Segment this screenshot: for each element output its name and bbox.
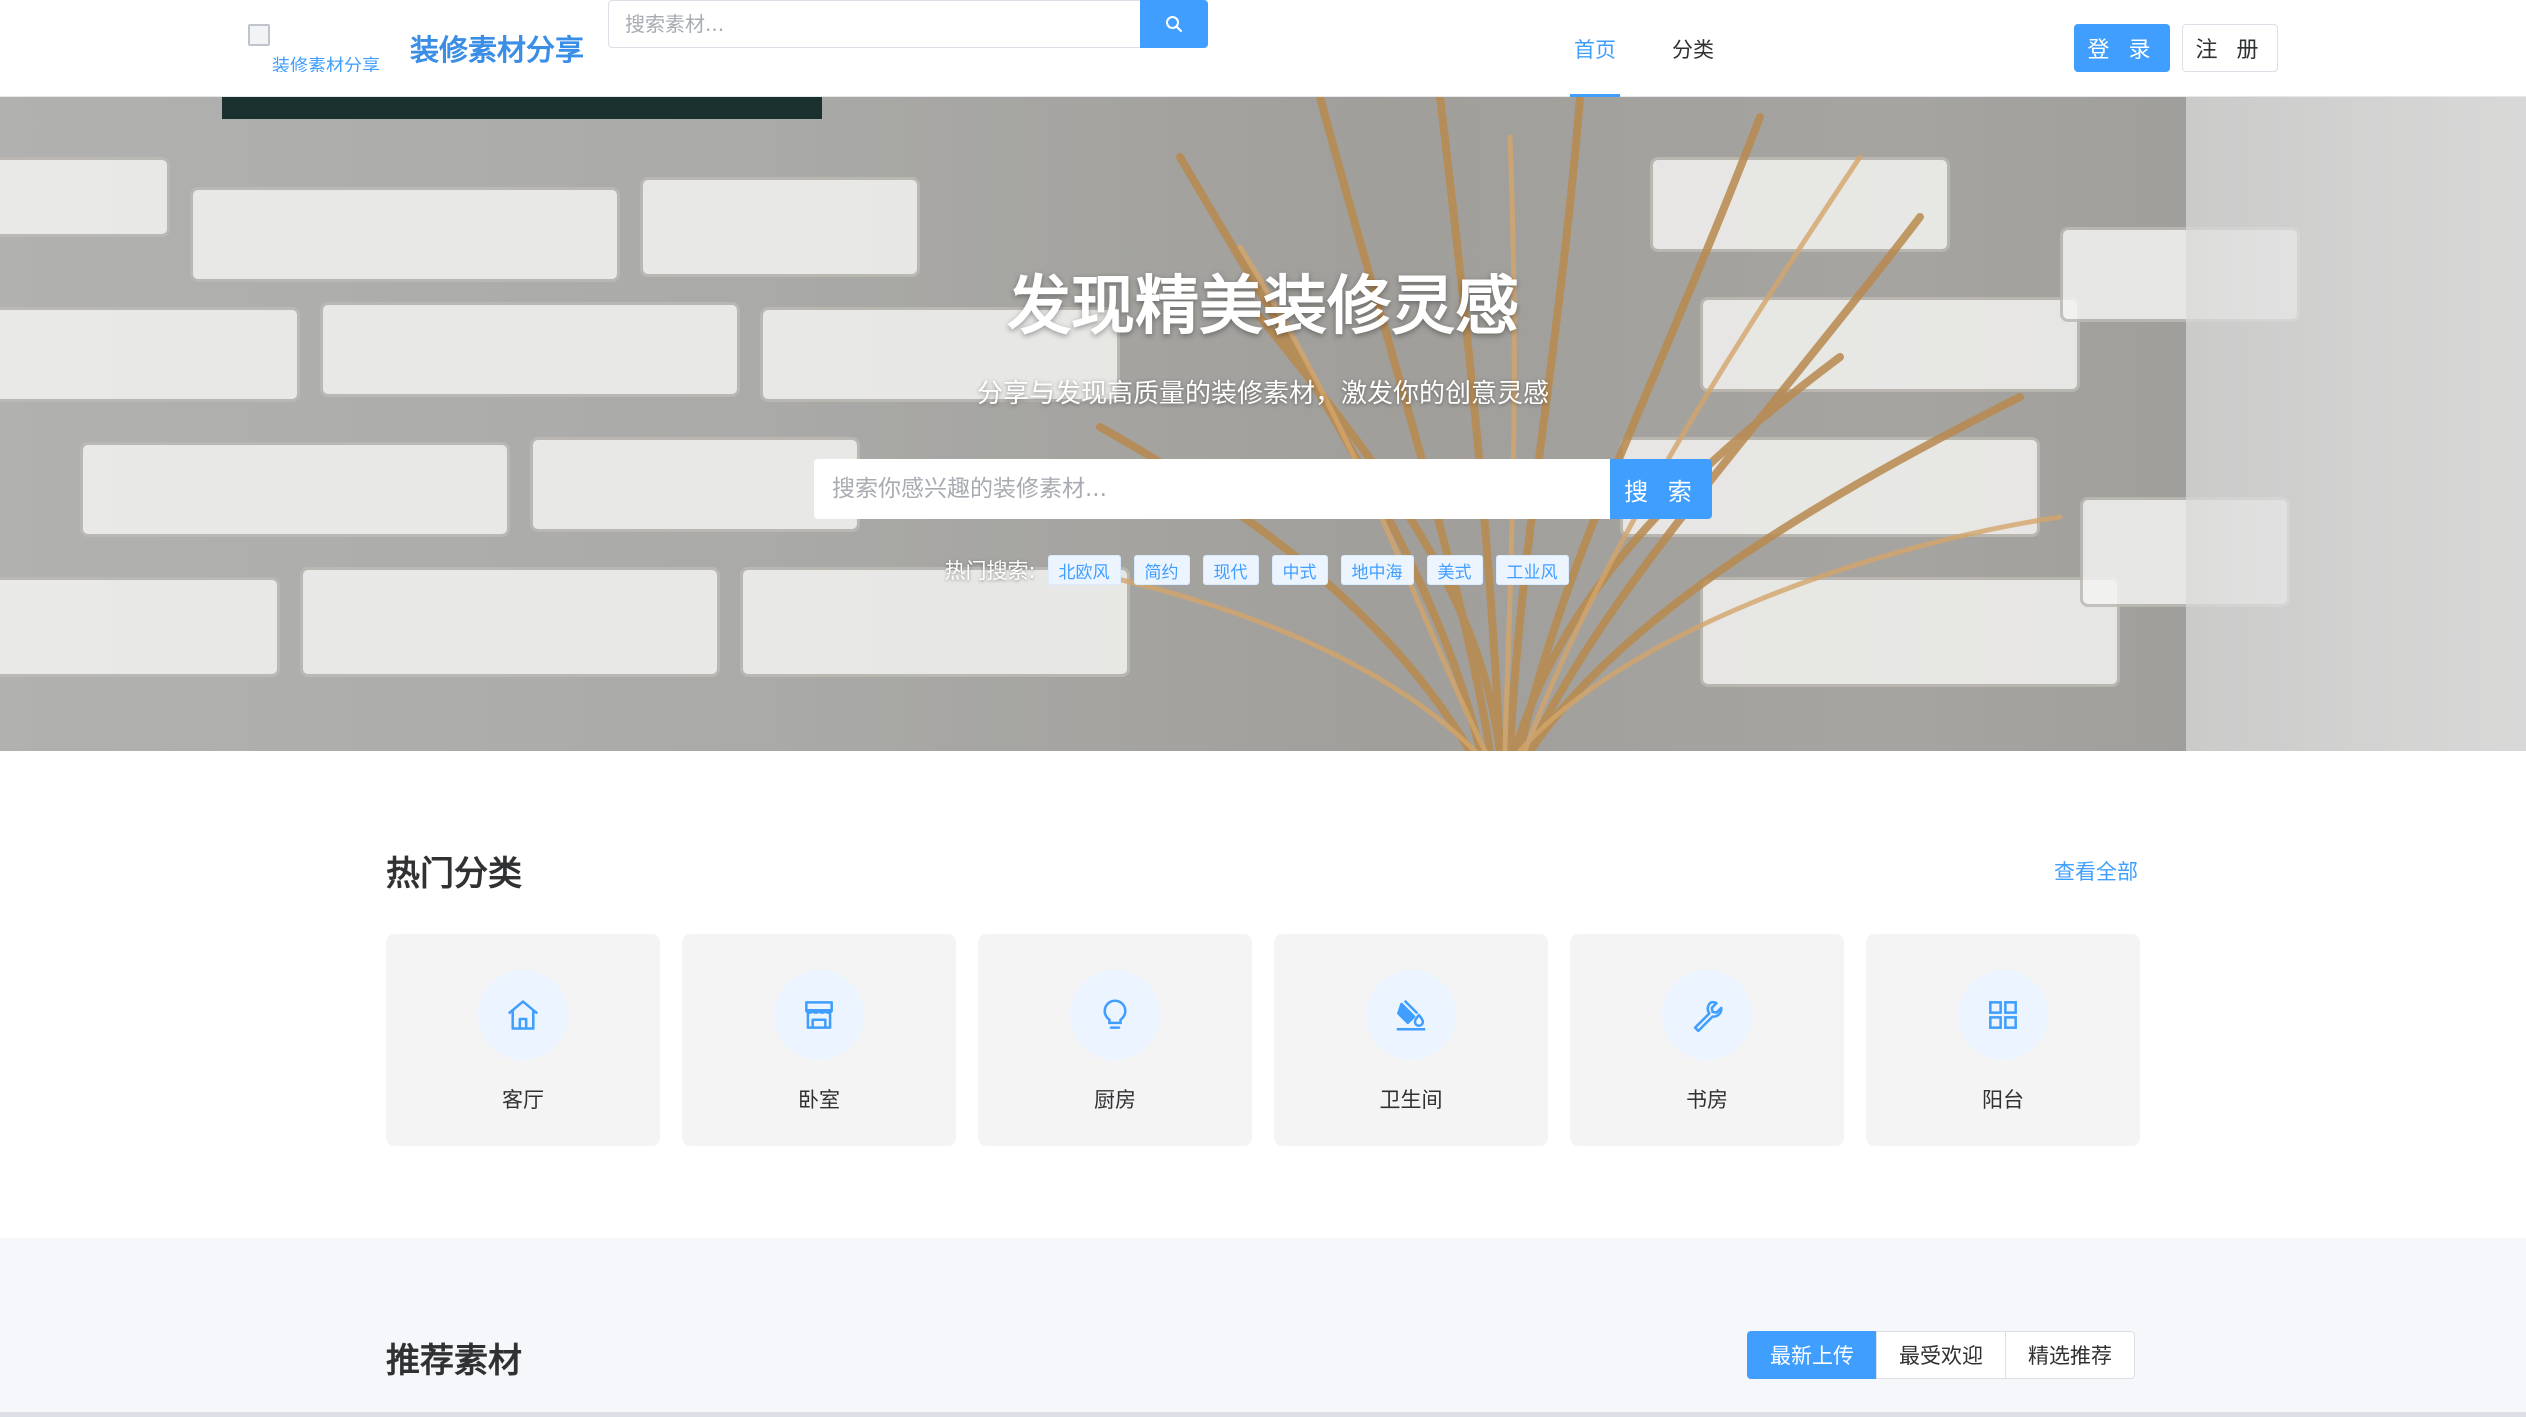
logo-alt-text: 装修素材分享 (272, 56, 380, 72)
hero-search: 搜 索 (814, 459, 1712, 519)
category-card-bedroom[interactable]: 卧室 (682, 934, 956, 1146)
paint-bucket-icon (1396, 999, 1426, 1031)
section-divider (0, 1412, 2526, 1417)
main-nav: 首页 分类 (1546, 0, 1742, 97)
hot-search-label: 热门搜索: (944, 559, 1036, 583)
category-label: 阳台 (1982, 1088, 2024, 1112)
category-label: 厨房 (1094, 1088, 1136, 1112)
category-icon-circle (1366, 970, 1456, 1060)
category-card-living-room[interactable]: 客厅 (386, 934, 660, 1146)
hero-title: 发现精美装修灵感 (1007, 270, 1519, 344)
category-icon-circle (1662, 970, 1752, 1060)
header-search-button[interactable] (1140, 0, 1208, 48)
category-card-kitchen[interactable]: 厨房 (978, 934, 1252, 1146)
hot-tag[interactable]: 地中海 (1340, 555, 1414, 585)
search-icon (1166, 16, 1182, 32)
recommended-title: 推荐素材 (386, 1341, 522, 1381)
logo-image[interactable]: 装修素材分享 (248, 24, 400, 72)
hot-tag[interactable]: 美式 (1426, 555, 1483, 585)
category-list: 客厅 卧室 厨房 卫生间 书房 阳台 (386, 934, 2140, 1146)
hero-search-button[interactable]: 搜 索 (1610, 459, 1712, 519)
hot-tag[interactable]: 工业风 (1495, 555, 1569, 585)
hero-banner: 发现精美装修灵感 分享与发现高质量的装修素材，激发你的创意灵感 搜 索 热门搜索… (0, 97, 2526, 751)
category-icon-circle (774, 970, 864, 1060)
category-icon-circle (1070, 970, 1160, 1060)
categories-title: 热门分类 (386, 854, 522, 894)
site-title[interactable]: 装修素材分享 (410, 27, 584, 69)
house-icon (507, 1000, 539, 1030)
tab-popular[interactable]: 最受欢迎 (1876, 1331, 2006, 1379)
broken-image-icon (248, 24, 270, 46)
recommended-section (0, 1238, 2526, 1417)
hot-tag[interactable]: 现代 (1202, 555, 1259, 585)
category-label: 客厅 (502, 1088, 544, 1112)
category-card-balcony[interactable]: 阳台 (1866, 934, 2140, 1146)
lightbulb-icon (1103, 999, 1127, 1029)
category-label: 卫生间 (1379, 1088, 1443, 1112)
nav-item-home[interactable]: 首页 (1546, 0, 1644, 97)
register-button[interactable]: 注 册 (2182, 24, 2278, 72)
tab-latest[interactable]: 最新上传 (1747, 1331, 1877, 1379)
category-icon-circle (1958, 970, 2048, 1060)
grid-icon (1989, 1001, 2017, 1029)
category-label: 卧室 (798, 1088, 840, 1112)
site-logo[interactable]: 装修素材分享 装修素材分享 (248, 24, 584, 72)
category-card-bathroom[interactable]: 卫生间 (1274, 934, 1548, 1146)
header-search-input[interactable] (608, 0, 1140, 48)
header-search (608, 0, 1208, 48)
nav-item-category[interactable]: 分类 (1644, 0, 1742, 97)
wrench-icon (1693, 1000, 1723, 1033)
login-button[interactable]: 登 录 (2074, 24, 2170, 72)
hero-subtitle: 分享与发现高质量的装修素材，激发你的创意灵感 (976, 379, 1549, 409)
category-card-study[interactable]: 书房 (1570, 934, 1844, 1146)
tab-featured[interactable]: 精选推荐 (2005, 1331, 2135, 1379)
hot-tag[interactable]: 简约 (1133, 555, 1190, 585)
recommended-tabs: 最新上传 最受欢迎 精选推荐 (1747, 1331, 2135, 1379)
category-label: 书房 (1686, 1088, 1728, 1112)
category-icon-circle (478, 970, 568, 1060)
hot-search-bar: 热门搜索: 北欧风 简约 现代 中式 地中海 美式 工业风 (0, 555, 2526, 585)
shop-icon (805, 1001, 833, 1029)
hot-tag[interactable]: 北欧风 (1047, 555, 1121, 585)
top-header: 装修素材分享 装修素材分享 首页 分类 登 录 注 册 (0, 0, 2526, 97)
hot-tag[interactable]: 中式 (1271, 555, 1328, 585)
view-all-link[interactable]: 查看全部 (2054, 856, 2138, 886)
hero-search-input[interactable] (814, 459, 1610, 519)
